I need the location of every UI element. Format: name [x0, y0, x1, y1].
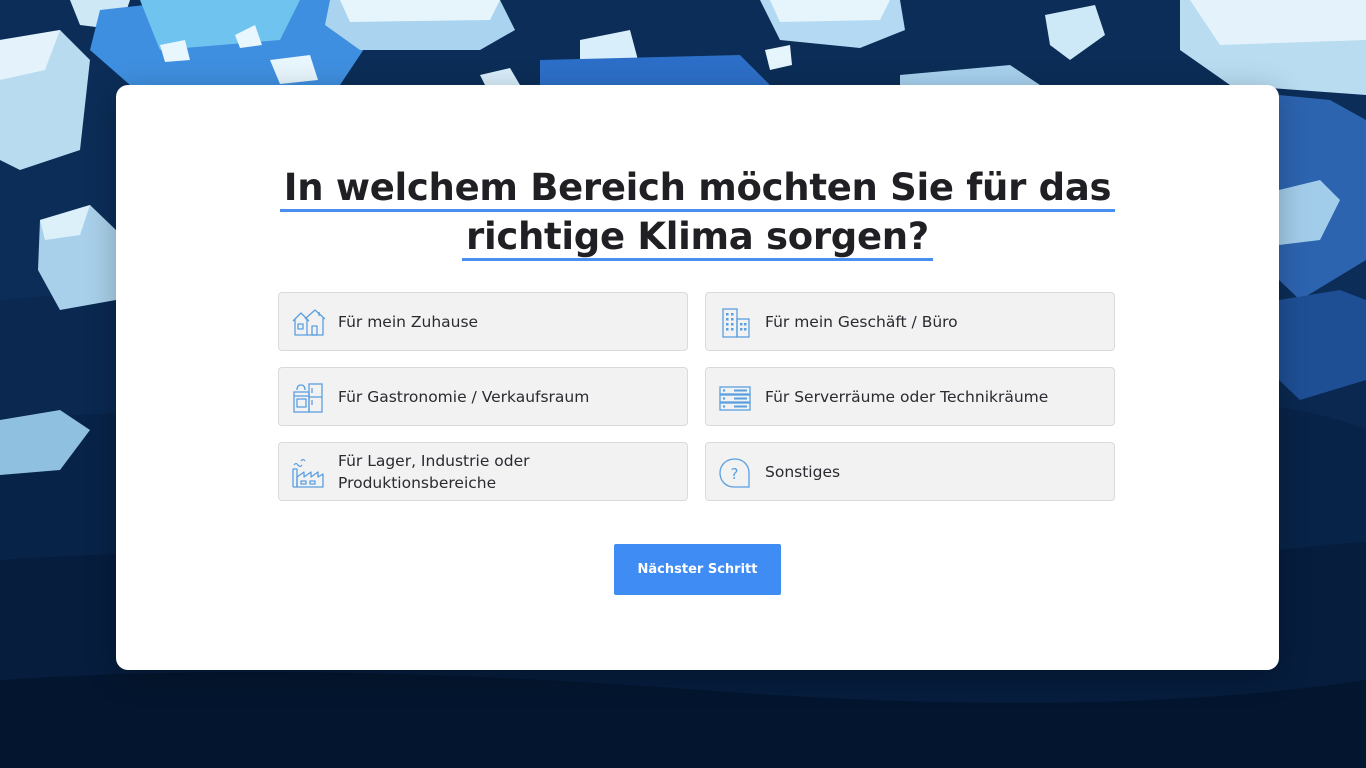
option-server[interactable]: Für Serverräume oder Technikräume [705, 367, 1115, 426]
question-bubble-icon: ? [719, 458, 750, 488]
next-step-button[interactable]: Nächster Schritt [614, 544, 781, 595]
option-gastronomy[interactable]: Für Gastronomie / Verkaufsraum [278, 367, 688, 426]
kitchen-appliance-icon [293, 383, 323, 413]
svg-text:?: ? [731, 465, 739, 483]
question-title-line-2: richtige Klima sorgen? [462, 216, 933, 261]
question-title: In welchem Bereich möchten Sie für das r… [116, 163, 1279, 261]
option-industry[interactable]: Für Lager, Industrie oder Produktionsber… [278, 442, 688, 501]
option-office-label: Für mein Geschäft / Büro [765, 312, 958, 331]
option-other[interactable]: ? Sonstiges [705, 442, 1115, 501]
option-other-label: Sonstiges [765, 462, 841, 481]
option-home-label: Für mein Zuhause [338, 312, 479, 331]
server-rack-icon [719, 386, 751, 411]
option-gastronomy-label: Für Gastronomie / Verkaufsraum [338, 387, 590, 406]
house-icon [292, 309, 325, 336]
option-industry-label: Für Lager, Industrie oder Produktionsber… [338, 451, 530, 492]
office-building-icon [722, 308, 750, 338]
factory-icon [292, 458, 324, 488]
option-office[interactable]: Für mein Geschäft / Büro [705, 292, 1115, 351]
question-title-line-1: In welchem Bereich möchten Sie für das [279, 167, 1116, 212]
option-home[interactable]: Für mein Zuhause [278, 292, 688, 351]
questionnaire-card: In welchem Bereich möchten Sie für das r… [116, 85, 1279, 670]
option-server-label: Für Serverräume oder Technikräume [765, 387, 1049, 406]
